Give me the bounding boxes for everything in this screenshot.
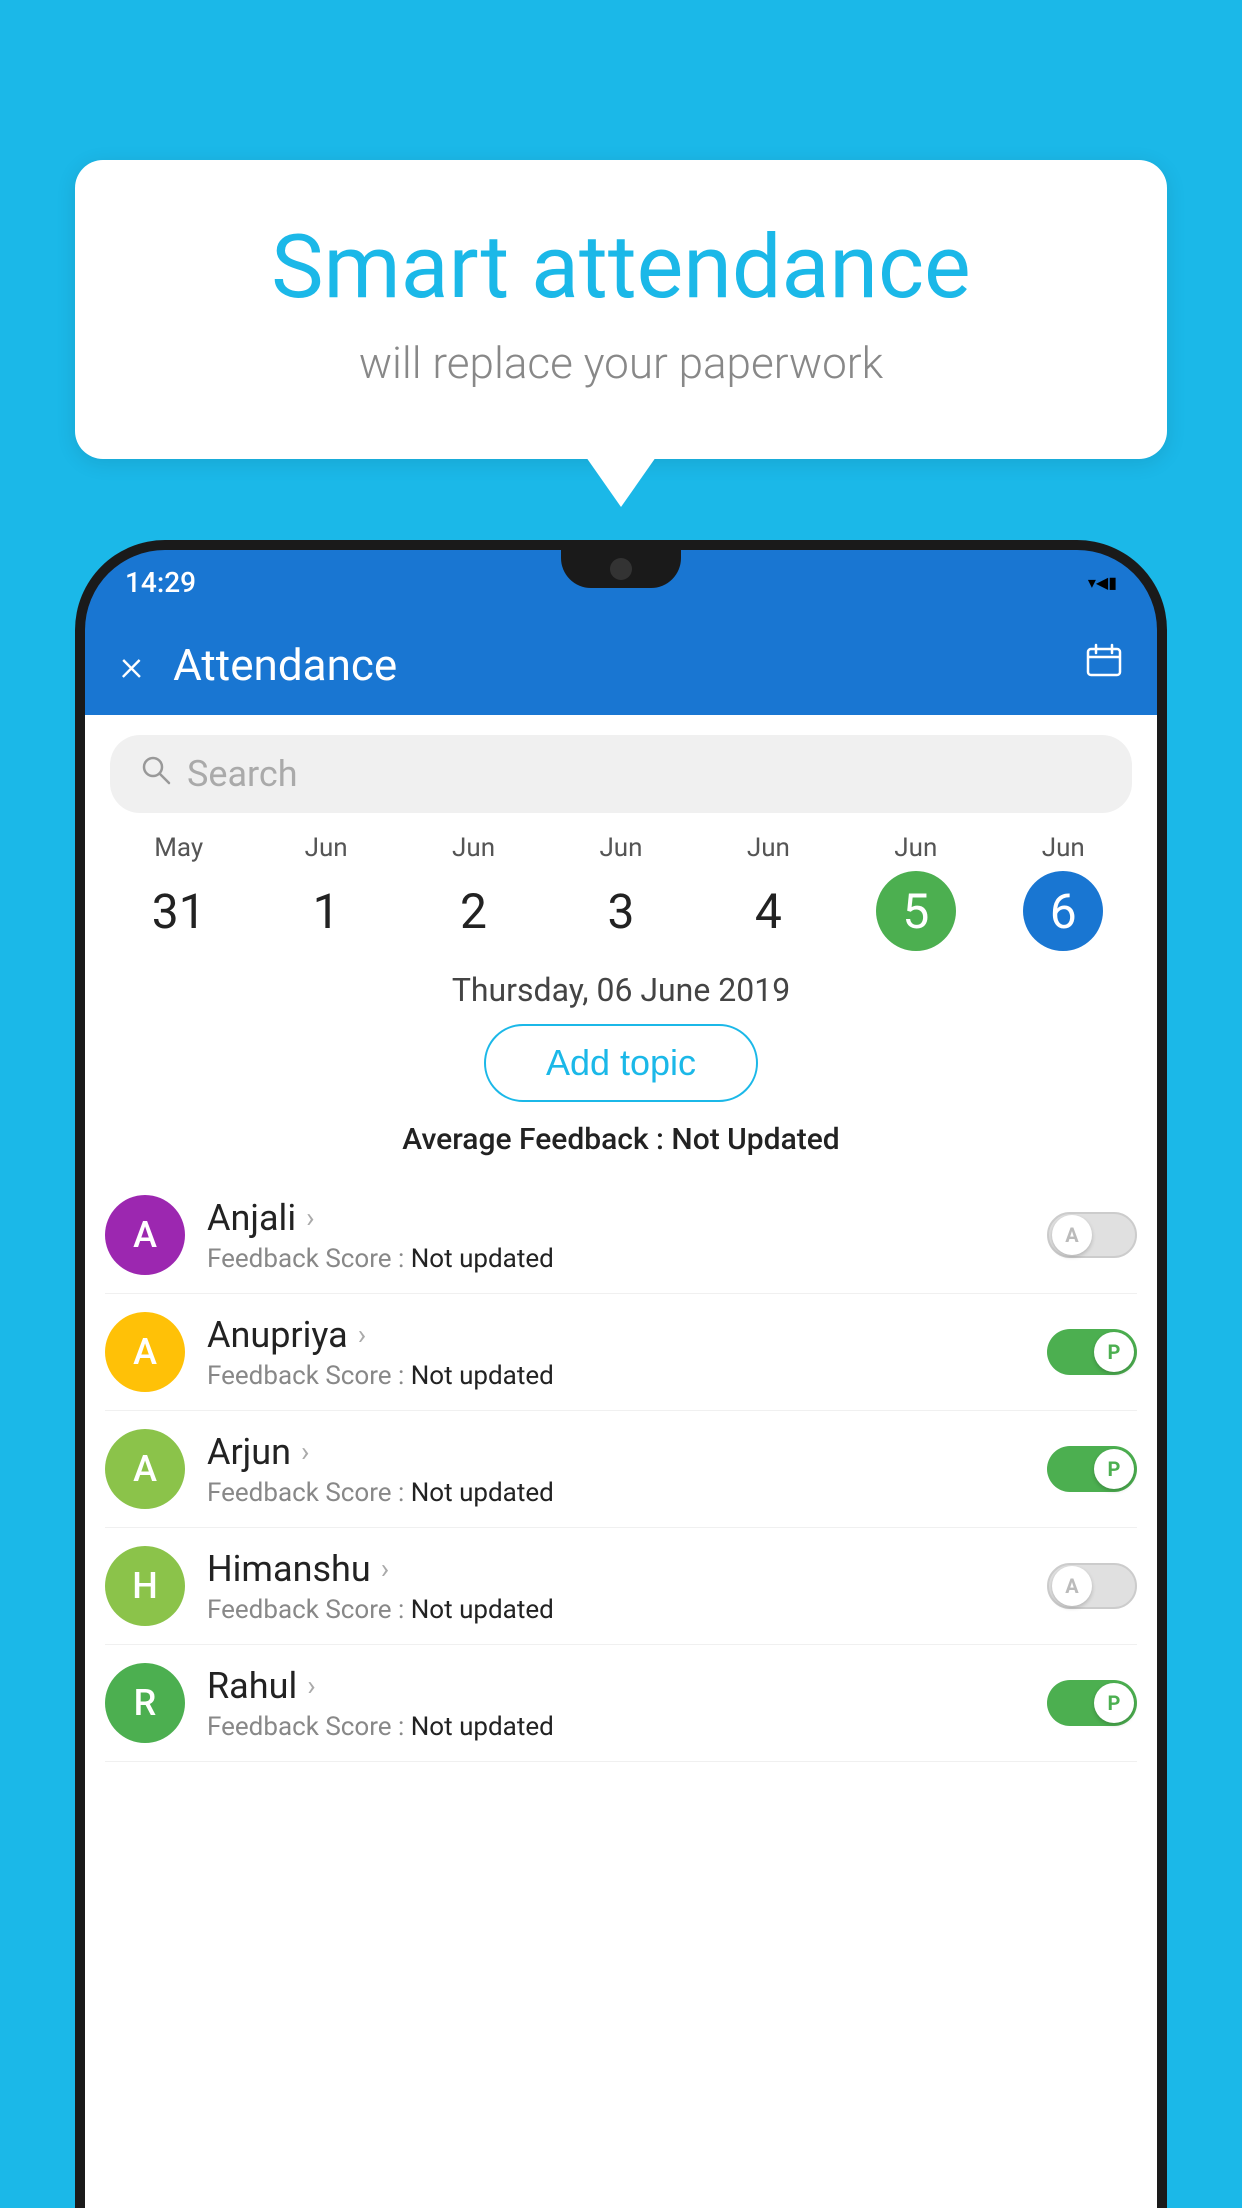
app-title: Attendance [173, 639, 1086, 691]
phone-inner: 14:29 ▾◀▮ × Attendance [85, 550, 1157, 2208]
chevron-right-icon: › [306, 1201, 314, 1234]
student-feedback: Feedback Score : Not updated [207, 1712, 1047, 1742]
student-info: Anjali › Feedback Score : Not updated [207, 1197, 1047, 1274]
student-name: Rahul › [207, 1665, 1047, 1707]
attendance-toggle[interactable]: A [1047, 1212, 1137, 1258]
date-number[interactable]: 1 [286, 871, 366, 951]
date-month: Jun [547, 833, 694, 863]
date-cell[interactable]: May 31 [105, 833, 252, 951]
date-number[interactable]: 4 [728, 871, 808, 951]
speech-bubble-subtitle: will replace your paperwork [125, 337, 1117, 389]
student-list: AAnjali ›Feedback Score : Not updatedAAA… [85, 1177, 1157, 1762]
feedback-value: Not updated [411, 1478, 554, 1508]
date-cell[interactable]: Jun 6 [990, 833, 1137, 951]
front-camera [610, 558, 632, 580]
feedback-value: Not updated [411, 1595, 554, 1625]
date-cell[interactable]: Jun 4 [695, 833, 842, 951]
student-avatar: R [105, 1663, 185, 1743]
date-cell[interactable]: Jun 5 [842, 833, 989, 951]
student-name: Anjali › [207, 1197, 1047, 1239]
student-item[interactable]: H Himanshu › Feedback Score : Not updatedA [105, 1528, 1137, 1645]
date-month: May [105, 833, 252, 863]
date-number[interactable]: 31 [139, 871, 219, 951]
date-row: May 31 Jun 1 Jun 2 Jun 3 Jun 4 Jun 5 Jun 6 [85, 833, 1157, 951]
feedback-value: Not updated [411, 1244, 554, 1274]
chevron-right-icon: › [381, 1552, 389, 1585]
student-name: Arjun › [207, 1431, 1047, 1473]
student-feedback: Feedback Score : Not updated [207, 1244, 1047, 1274]
date-number[interactable]: 2 [434, 871, 514, 951]
student-name: Anupriya › [207, 1314, 1047, 1356]
student-item[interactable]: AAnjali ›Feedback Score : Not updatedA [105, 1177, 1137, 1294]
date-month: Jun [252, 833, 399, 863]
wifi-icon: ▾◀▮ [1088, 573, 1117, 592]
app-header: × Attendance [85, 615, 1157, 715]
status-time: 14:29 [125, 566, 196, 599]
add-topic-button[interactable]: Add topic [484, 1024, 758, 1102]
attendance-toggle[interactable]: P [1047, 1329, 1137, 1375]
student-info: Himanshu › Feedback Score : Not updated [207, 1548, 1047, 1625]
phone-frame: 14:29 ▾◀▮ × Attendance [75, 540, 1167, 2208]
date-number[interactable]: 6 [1023, 871, 1103, 951]
phone-notch [561, 550, 681, 588]
date-cell[interactable]: Jun 2 [400, 833, 547, 951]
chevron-right-icon: › [307, 1669, 315, 1702]
calendar-icon[interactable] [1086, 643, 1122, 688]
search-input[interactable]: Search [187, 753, 298, 795]
date-month: Jun [842, 833, 989, 863]
search-bar[interactable]: Search [110, 735, 1132, 813]
avg-feedback-label: Average Feedback : [402, 1122, 671, 1157]
speech-bubble: Smart attendance will replace your paper… [75, 160, 1167, 459]
student-avatar: H [105, 1546, 185, 1626]
date-number[interactable]: 5 [876, 871, 956, 951]
student-info: Arjun › Feedback Score : Not updated [207, 1431, 1047, 1508]
status-icons: ▾◀▮ [1088, 573, 1117, 592]
chevron-right-icon: › [358, 1318, 366, 1351]
student-avatar: A [105, 1429, 185, 1509]
avg-feedback: Average Feedback : Not Updated [85, 1122, 1157, 1177]
chevron-right-icon: › [301, 1435, 309, 1468]
toggle-knob: P [1094, 1683, 1134, 1723]
date-cell[interactable]: Jun 1 [252, 833, 399, 951]
toggle-knob: A [1052, 1566, 1092, 1606]
toggle-knob: P [1094, 1449, 1134, 1489]
student-feedback: Feedback Score : Not updated [207, 1595, 1047, 1625]
toggle-knob: A [1052, 1215, 1092, 1255]
attendance-toggle[interactable]: P [1047, 1680, 1137, 1726]
feedback-value: Not updated [411, 1361, 554, 1391]
attendance-toggle[interactable]: A [1047, 1563, 1137, 1609]
student-info: Anupriya › Feedback Score : Not updated [207, 1314, 1047, 1391]
student-item[interactable]: A Arjun › Feedback Score : Not updated P [105, 1411, 1137, 1528]
student-item[interactable]: R Rahul › Feedback Score : Not updated P [105, 1645, 1137, 1762]
date-month: Jun [695, 833, 842, 863]
avg-feedback-value: Not Updated [671, 1122, 839, 1157]
search-icon [140, 754, 172, 794]
student-avatar: A [105, 1312, 185, 1392]
date-number[interactable]: 3 [581, 871, 661, 951]
student-name: Himanshu › [207, 1548, 1047, 1590]
close-button[interactable]: × [120, 643, 143, 687]
speech-bubble-title: Smart attendance [125, 220, 1117, 317]
feedback-value: Not updated [411, 1712, 554, 1742]
student-feedback: Feedback Score : Not updated [207, 1478, 1047, 1508]
student-info: Rahul › Feedback Score : Not updated [207, 1665, 1047, 1742]
date-month: Jun [990, 833, 1137, 863]
attendance-toggle[interactable]: P [1047, 1446, 1137, 1492]
date-month: Jun [400, 833, 547, 863]
student-avatar: A [105, 1195, 185, 1275]
toggle-knob: P [1094, 1332, 1134, 1372]
date-cell[interactable]: Jun 3 [547, 833, 694, 951]
selected-date-display: Thursday, 06 June 2019 [85, 951, 1157, 1024]
student-feedback: Feedback Score : Not updated [207, 1361, 1047, 1391]
student-item[interactable]: A Anupriya › Feedback Score : Not updated P [105, 1294, 1137, 1411]
phone-content: Search May 31 Jun 1 Jun 2 Jun 3 Jun 4 Jun 5 Jun 6 Thu… [85, 715, 1157, 2208]
